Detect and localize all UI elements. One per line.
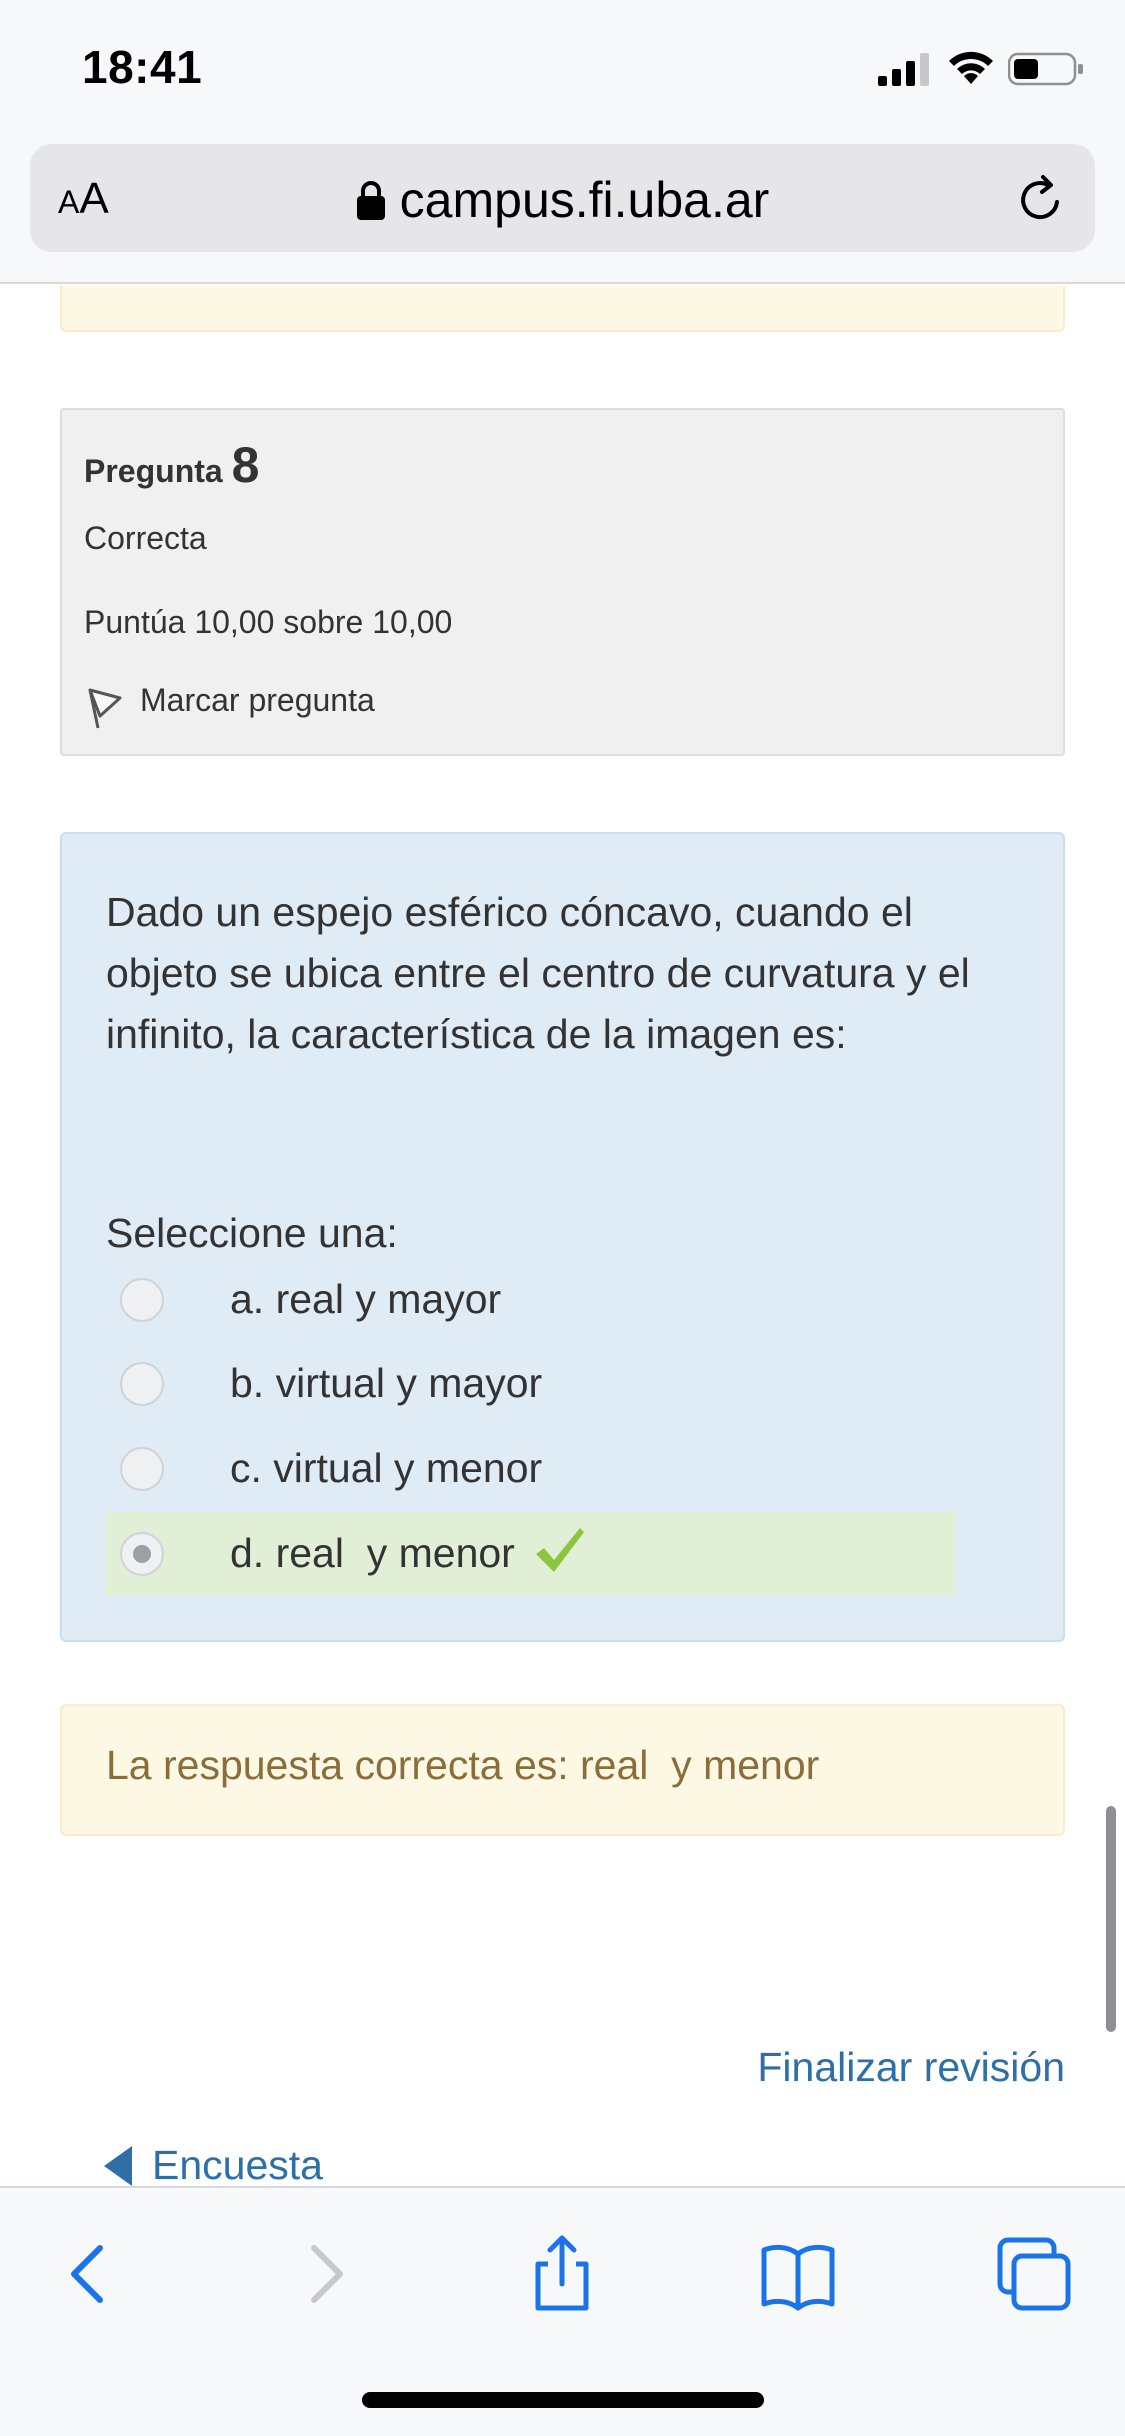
wifi-icon <box>949 51 993 84</box>
battery-icon <box>1008 52 1083 86</box>
question-state: Correcta <box>84 520 207 556</box>
answer-label: a. real y mayor <box>230 1276 502 1322</box>
radio-button[interactable] <box>120 1278 164 1322</box>
answer-label: b. virtual y mayor <box>230 1360 543 1406</box>
forward-icon[interactable] <box>284 2234 364 2314</box>
question-grade: Puntúa 10,00 sobre 10,00 <box>84 604 453 640</box>
question-number-value: 8 <box>231 437 260 493</box>
answer-option-c[interactable]: c. virtual y menor <box>106 1427 956 1511</box>
answer-label: d. real y menor <box>230 1530 515 1576</box>
previous-feedback-box <box>60 286 1065 332</box>
radio-button[interactable] <box>120 1362 164 1406</box>
share-icon[interactable] <box>522 2234 602 2314</box>
address-bar[interactable]: AA campus.fi.uba.ar <box>30 144 1095 252</box>
left-arrow-icon <box>104 2146 132 2186</box>
answer-prompt: Seleccione una: <box>106 1210 398 1256</box>
answer-option-b[interactable]: b. virtual y mayor <box>106 1342 956 1426</box>
bookmarks-icon[interactable] <box>758 2234 838 2314</box>
answer-option-d[interactable]: d. real y menor <box>106 1512 956 1596</box>
reload-icon[interactable] <box>1013 172 1069 228</box>
finish-review-link[interactable]: Finalizar revisión <box>757 2044 1065 2091</box>
check-icon <box>536 1528 584 1572</box>
question-info-box: Pregunta 8 Correcta Puntúa 10,00 sobre 1… <box>60 408 1065 756</box>
question-number: Pregunta 8 <box>84 436 259 494</box>
previous-activity-label: Encuesta <box>152 2142 323 2186</box>
question-formulation: Dado un espejo esférico cóncavo, cuando … <box>60 832 1065 1642</box>
url-text: campus.fi.uba.ar <box>399 172 770 228</box>
page-content: Pregunta 8 Correcta Puntúa 10,00 sobre 1… <box>0 286 1125 2186</box>
flag-question-label: Marcar pregunta <box>140 682 375 718</box>
lock-icon <box>356 181 385 220</box>
right-answer-feedback: La respuesta correcta es: real y menor <box>60 1704 1065 1836</box>
back-icon[interactable] <box>50 2234 130 2314</box>
signal-icon <box>878 53 929 86</box>
scrollbar[interactable] <box>1106 1806 1116 2032</box>
right-answer-text: La respuesta correcta es: real y menor <box>106 1742 820 1788</box>
tabs-icon[interactable] <box>994 2234 1074 2314</box>
browser-top-bar: AA campus.fi.uba.ar <box>0 140 1125 284</box>
status-time: 18:41 <box>82 41 203 93</box>
flag-icon <box>88 688 122 729</box>
radio-button[interactable] <box>120 1447 164 1491</box>
screen: 18:41 AA campus.fi.uba.ar Pregunta 8 Cor… <box>0 0 1125 2436</box>
status-bar: 18:41 <box>0 0 1125 140</box>
question-text: Dado un espejo esférico cóncavo, cuando … <box>106 889 970 1057</box>
radio-button-selected[interactable] <box>120 1532 164 1576</box>
url-display[interactable]: campus.fi.uba.ar <box>30 172 1095 228</box>
answer-label: c. virtual y menor <box>230 1445 543 1491</box>
question-number-label: Pregunta <box>84 453 223 489</box>
home-indicator[interactable] <box>362 2392 764 2408</box>
answer-option-a[interactable]: a. real y mayor <box>106 1258 956 1342</box>
